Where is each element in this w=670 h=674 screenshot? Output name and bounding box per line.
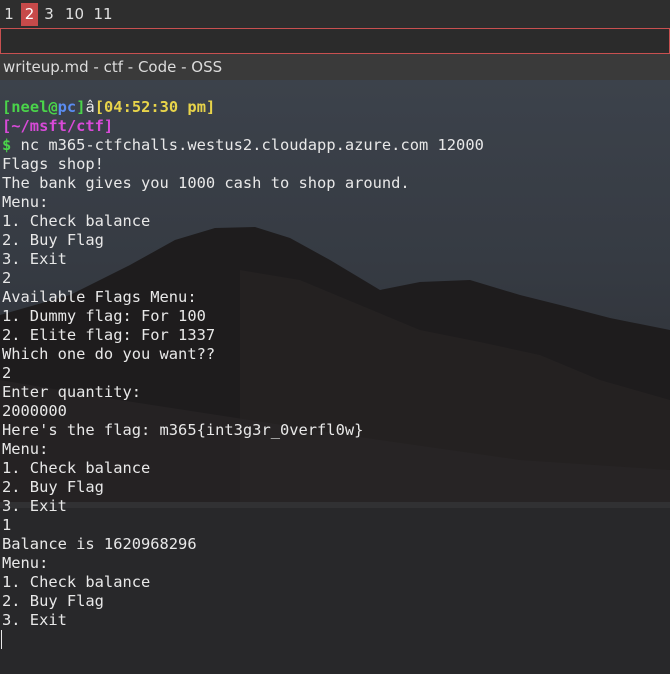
output-line: 1: [2, 516, 12, 534]
output-line: The bank gives you 1000 cash to shop aro…: [2, 174, 410, 192]
workspace-bar: 1 2 3 10 11: [0, 0, 670, 28]
output-line: Menu:: [2, 193, 49, 211]
prompt-separator: â: [85, 98, 95, 116]
workspace-10[interactable]: 10: [63, 3, 86, 26]
workspace-1[interactable]: 1: [2, 3, 16, 26]
output-line: Which one do you want??: [2, 345, 216, 363]
text-cursor: [1, 630, 2, 649]
command-text: nc m365-ctfchalls.westus2.cloudapp.azure…: [11, 136, 484, 154]
workspace-3[interactable]: 3: [41, 3, 57, 26]
output-line-balance: Balance is 1620968296: [2, 535, 197, 553]
output-line: 1. Dummy flag: For 100: [2, 307, 206, 325]
output-line: Flags shop!: [2, 155, 104, 173]
output-line-flag: Here's the flag: m365{int3g3r_0verfl0w}: [2, 421, 364, 439]
output-line: 1. Check balance: [2, 459, 151, 477]
prompt-time-bracket: [: [94, 98, 105, 116]
prompt-time: 04:52:30 pm: [104, 98, 206, 116]
prompt-time-bracket: ]: [205, 98, 216, 116]
output-line: 3. Exit: [2, 611, 67, 629]
status-strip: [0, 28, 670, 54]
prompt-line: [neel@pc]â[04:52:30 pm]: [2, 98, 484, 117]
output-line: 2: [2, 364, 12, 382]
prompt-dollar: $: [2, 136, 12, 154]
output-line: Menu:: [2, 554, 49, 572]
output-line: Available Flags Menu:: [2, 288, 197, 306]
output-line: 1. Check balance: [2, 573, 151, 591]
output-line: 3. Exit: [2, 497, 67, 515]
workspace-2-active[interactable]: 2: [21, 3, 38, 26]
prompt-path: [~/msft/ctf]: [2, 117, 114, 135]
prompt-at: @: [48, 98, 58, 116]
prompt-bracket: [: [2, 98, 12, 116]
output-line: Menu:: [2, 440, 49, 458]
workspace-11[interactable]: 11: [92, 3, 114, 26]
output-line: 2. Elite flag: For 1337: [2, 326, 216, 344]
output-line: 1. Check balance: [2, 212, 151, 230]
output-line: Enter quantity:: [2, 383, 141, 401]
output-line: 2. Buy Flag: [2, 478, 104, 496]
output-line: 3. Exit: [2, 250, 67, 268]
terminal-window[interactable]: [neel@pc]â[04:52:30 pm] [~/msft/ctf] $ n…: [0, 80, 670, 674]
output-line: 2: [2, 269, 12, 287]
output-line: 2. Buy Flag: [2, 592, 104, 610]
terminal-output: [neel@pc]â[04:52:30 pm] [~/msft/ctf] $ n…: [2, 98, 484, 630]
command-line: $ nc m365-ctfchalls.westus2.cloudapp.azu…: [2, 136, 484, 155]
prompt-user: neel: [11, 98, 49, 116]
output-line: 2000000: [2, 402, 67, 420]
output-line: 2. Buy Flag: [2, 231, 104, 249]
prompt-host: pc: [57, 98, 77, 116]
window-title: writeup.md - ctf - Code - OSS: [0, 54, 670, 80]
